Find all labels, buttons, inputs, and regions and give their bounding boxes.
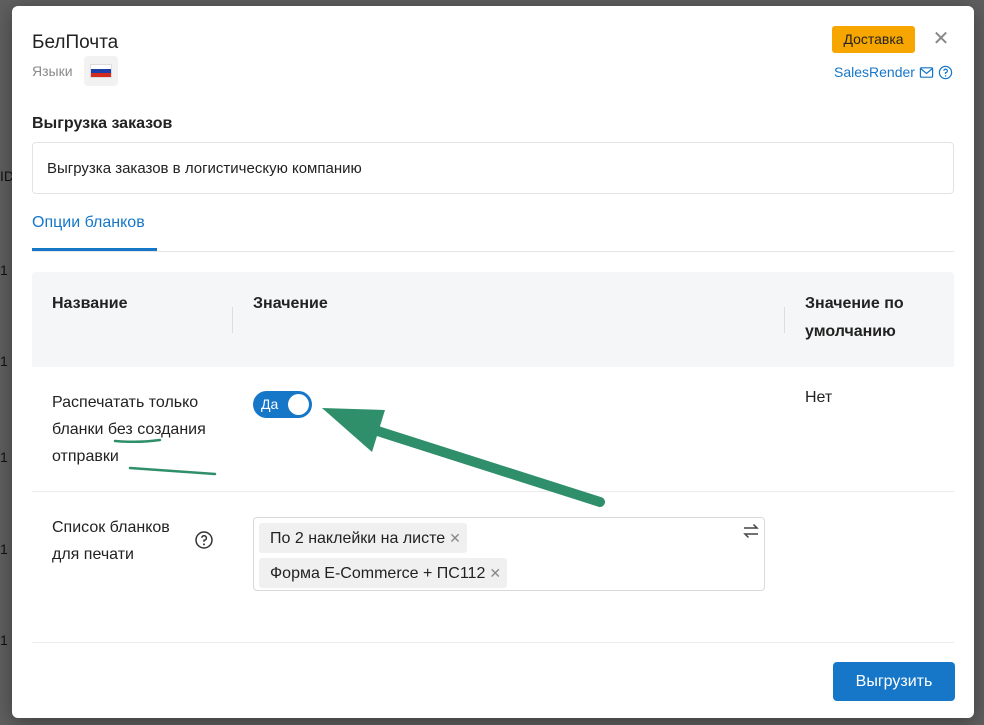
section-description: Выгрузка заказов в логистическую компани… bbox=[32, 142, 954, 194]
remove-tag-icon[interactable]: ✕ bbox=[449, 530, 461, 546]
modal-title: БелПочта bbox=[32, 32, 119, 53]
tab-form-options[interactable]: Опции бланков bbox=[32, 214, 145, 232]
table-row: Распечатать только бланки без создания о… bbox=[32, 367, 954, 492]
selected-tag: По 2 наклейки на листе ✕ bbox=[259, 523, 467, 553]
column-header-value: Значение bbox=[253, 295, 328, 312]
option-name: Список бланков для печати bbox=[52, 519, 170, 563]
column-header-name: Название bbox=[52, 295, 128, 312]
tab-divider bbox=[32, 251, 954, 252]
forms-multiselect[interactable]: По 2 наклейки на листе ✕ Форма E-Commerce… bbox=[253, 517, 765, 591]
category-badge: Доставка bbox=[832, 26, 915, 53]
selected-tag: Форма E-Commerce + ПС112 ✕ bbox=[259, 558, 508, 588]
toggle-label: Да bbox=[261, 396, 279, 412]
backdrop-text: 1 bbox=[0, 449, 8, 465]
column-header-default: Значение по умолчанию bbox=[805, 295, 904, 340]
language-selector[interactable] bbox=[84, 56, 118, 86]
table-row: Список бланков для печати По 2 наклейки … bbox=[32, 492, 954, 643]
brand-row: SalesRender bbox=[834, 63, 953, 81]
remove-tag-icon[interactable]: ✕ bbox=[489, 565, 501, 581]
languages-label: Языки bbox=[32, 63, 73, 79]
export-modal: БелПочта Языки Доставка ✕ SalesRender Вы… bbox=[12, 6, 974, 718]
swap-icon[interactable] bbox=[742, 522, 760, 540]
question-circle-icon[interactable] bbox=[194, 530, 214, 550]
column-divider bbox=[232, 307, 233, 333]
option-name: Распечатать только бланки без создания о… bbox=[52, 394, 206, 465]
options-table: Название Значение Значение по умолчанию … bbox=[32, 272, 954, 643]
russian-flag-icon bbox=[90, 64, 112, 78]
tag-label: По 2 наклейки на листе bbox=[270, 530, 446, 547]
backdrop-text: 1 bbox=[0, 262, 8, 278]
toggle-knob bbox=[288, 394, 309, 415]
default-value: Нет bbox=[805, 389, 833, 406]
column-divider bbox=[784, 307, 785, 333]
backdrop-text: 1 bbox=[0, 353, 8, 369]
print-only-toggle[interactable]: Да bbox=[253, 391, 312, 418]
mail-icon[interactable] bbox=[919, 65, 934, 80]
section-title: Выгрузка заказов bbox=[32, 115, 173, 132]
backdrop-text: 1 bbox=[0, 632, 8, 648]
backdrop-text: 1 bbox=[0, 541, 8, 557]
salesrender-link[interactable]: SalesRender bbox=[834, 64, 915, 80]
tag-label: Форма E-Commerce + ПС112 bbox=[270, 565, 486, 582]
export-button[interactable]: Выгрузить bbox=[833, 662, 955, 701]
table-header: Название Значение Значение по умолчанию bbox=[32, 272, 954, 367]
help-icon[interactable] bbox=[938, 65, 953, 80]
close-icon[interactable]: ✕ bbox=[930, 28, 952, 50]
